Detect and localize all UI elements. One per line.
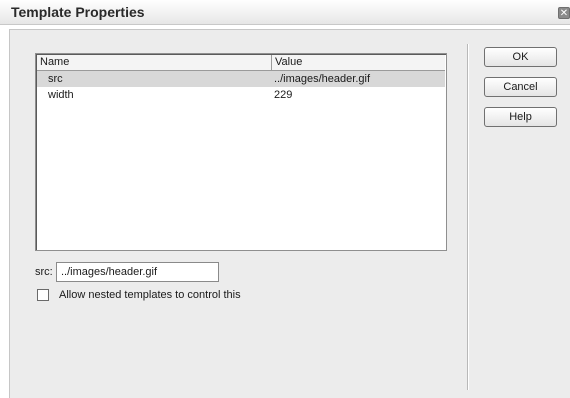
src-input[interactable] xyxy=(56,262,219,282)
vertical-divider xyxy=(467,44,469,390)
allow-nested-label[interactable]: Allow nested templates to control this xyxy=(59,289,241,301)
properties-list[interactable]: Name Value src ../images/header.gif widt… xyxy=(35,53,447,251)
column-header-value[interactable]: Value xyxy=(272,55,445,70)
column-header-name[interactable]: Name xyxy=(37,55,272,70)
dialog-title: Template Properties xyxy=(11,4,145,20)
cancel-button[interactable]: Cancel xyxy=(484,77,557,97)
row-value: 229 xyxy=(274,89,293,101)
help-button[interactable]: Help xyxy=(484,107,557,127)
template-properties-dialog: Template Properties ✕ Name Value src ../… xyxy=(0,0,570,398)
ok-button[interactable]: OK xyxy=(484,47,557,67)
close-icon[interactable]: ✕ xyxy=(558,7,570,19)
list-row-src[interactable]: src ../images/header.gif xyxy=(37,71,445,87)
list-row-width[interactable]: width 229 xyxy=(37,87,445,103)
row-name: width xyxy=(48,89,74,101)
row-name: src xyxy=(48,73,63,85)
src-field-label: src: xyxy=(35,266,53,278)
title-bar: Template Properties ✕ xyxy=(0,0,570,25)
allow-nested-checkbox[interactable] xyxy=(37,289,49,301)
row-value: ../images/header.gif xyxy=(274,73,371,85)
list-header: Name Value xyxy=(37,55,445,71)
